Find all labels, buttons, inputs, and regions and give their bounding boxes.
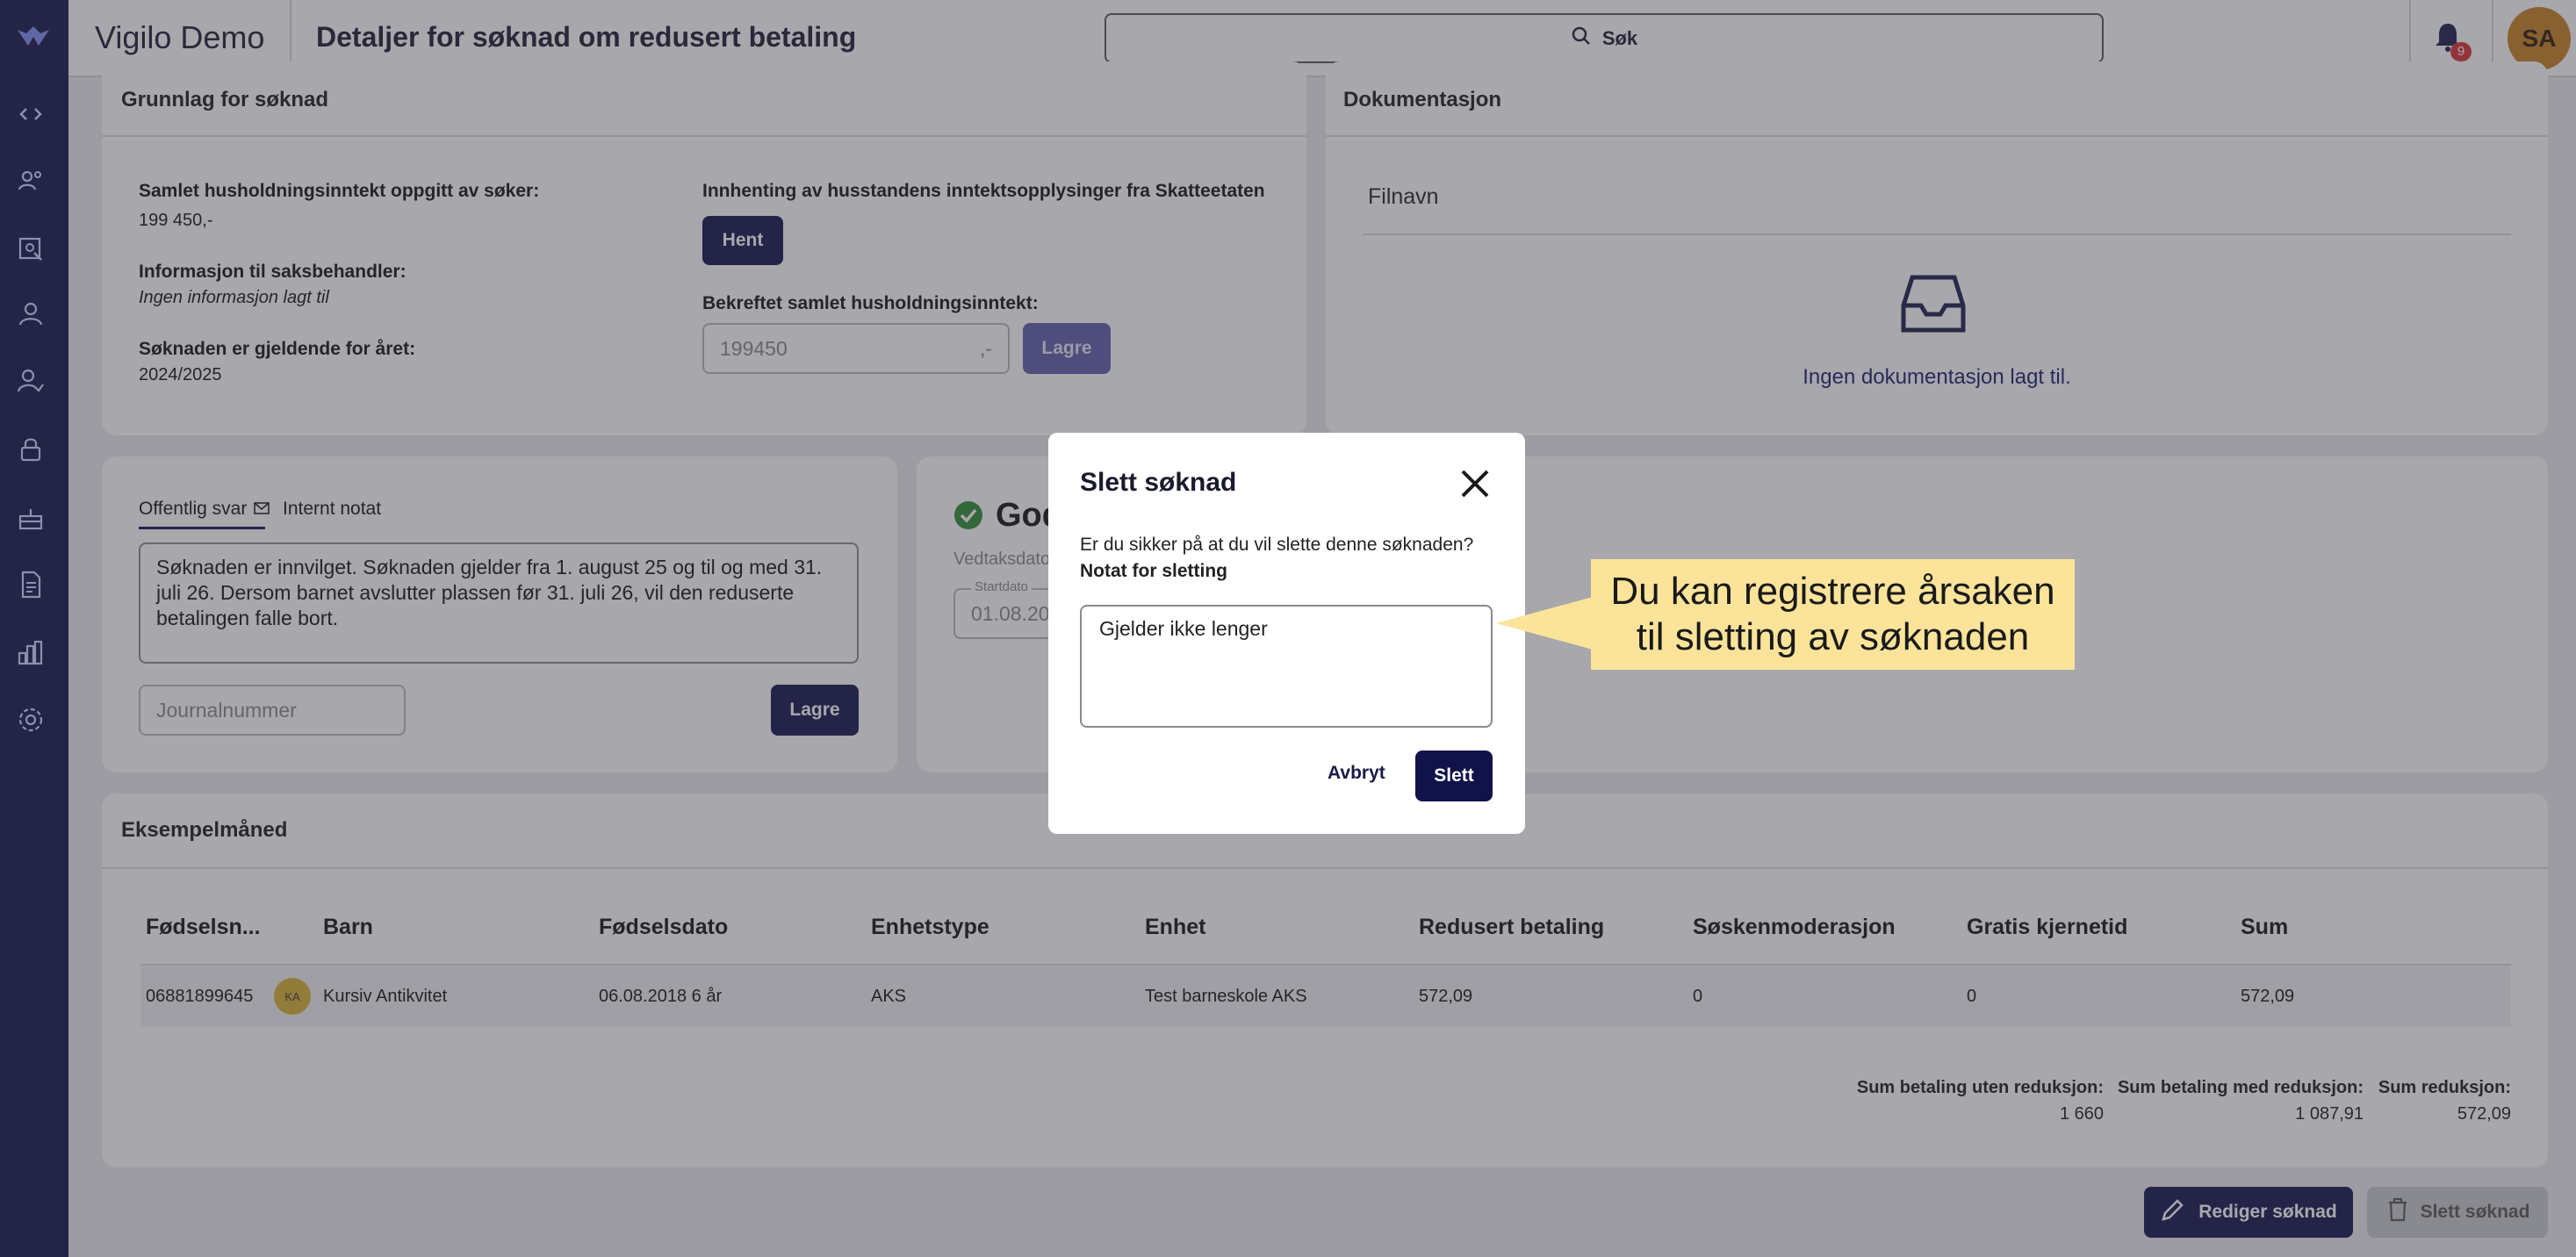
cancel-button[interactable]: Avbryt (1328, 763, 1385, 784)
close-icon[interactable] (1456, 464, 1494, 503)
delete-modal: Slett søknad Er du sikker på at du vil s… (1048, 433, 1525, 834)
callout-pointer (1496, 597, 1593, 650)
modal-title: Slett søknad (1080, 468, 1237, 497)
note-label: Notat for sletting (1080, 561, 1227, 581)
note-textarea[interactable]: Gjelder ikke lenger (1080, 605, 1493, 728)
annotation-callout: Du kan registrere årsaken til sletting a… (1591, 559, 2075, 670)
confirm-delete-button[interactable]: Slett (1415, 751, 1493, 801)
modal-question: Er du sikker på at du vil slette denne s… (1080, 535, 1474, 555)
